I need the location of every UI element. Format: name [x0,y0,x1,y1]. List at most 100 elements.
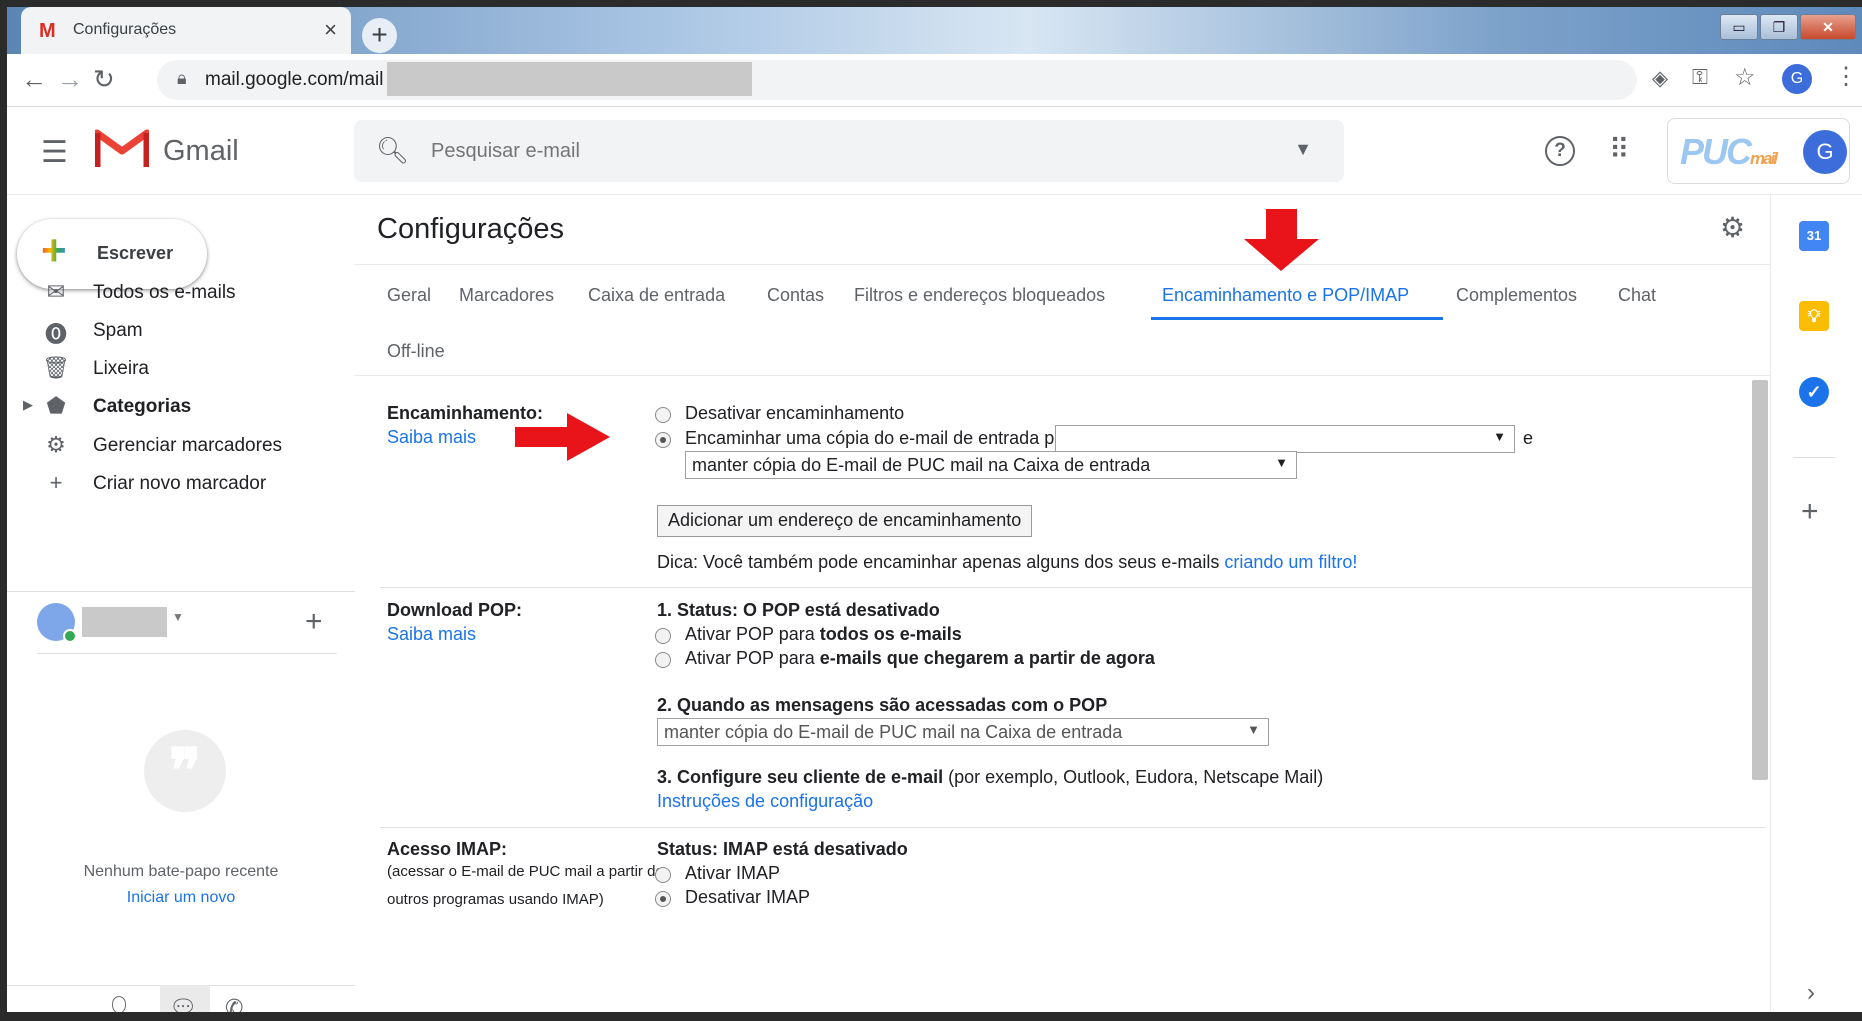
disable-forwarding-label: Desativar encaminhamento [685,403,905,423]
spam-icon: ⓿ [44,322,67,347]
expand-panel-chevron-icon[interactable]: › [1807,979,1815,1007]
gear-icon: ⚙ [46,432,66,457]
calendar-icon[interactable]: 31 [1799,221,1829,251]
forward-keep-copy-select[interactable]: manter cópia do E-mail de PUC mail na Ca… [685,451,1297,479]
minimize-button[interactable]: ▭ [1720,14,1758,40]
disable-imap-radio[interactable] [655,891,671,907]
settings-gear-icon[interactable]: ⚙ [1720,211,1745,244]
forward-to-select[interactable]: ▼ [1055,425,1515,453]
pop-new-mail-label: Ativar POP para e-mails que chegarem a p… [685,648,1155,668]
forward-and-text: e [1523,428,1534,448]
active-tab-indicator [1151,317,1443,320]
close-window-button[interactable]: ✕ [1800,14,1856,40]
add-forwarding-address-button[interactable]: Adicionar um endereço de encaminhamento [657,505,1033,537]
gmail-brand: Gmail [163,135,239,167]
search-input[interactable] [429,134,1229,168]
imap-label: Acesso IMAP: [387,839,508,859]
sidebar-item-label: Criar novo marcador [93,473,267,494]
account-switcher[interactable]: PUCmail G [1667,118,1850,184]
pop-all-mail-label: Ativar POP para todos os e-mails [685,624,962,644]
search-icon[interactable]: 🔍︎ [376,135,409,166]
compose-label: Escrever [97,243,174,263]
create-filter-link[interactable]: criando um filtro! [1224,552,1357,572]
keep-icon[interactable]: 💡︎ [1799,301,1829,331]
dropdown-arrow-icon: ▼ [1493,429,1506,444]
sidebar-item-label: Spam [93,320,143,341]
tasks-icon[interactable]: ✓ [1799,377,1829,407]
pop-new-mail-radio[interactable] [655,652,671,668]
tab-encaminhamento[interactable]: Encaminhamento e POP/IMAP [1162,285,1409,306]
pop-configure-text: 3. Configure seu cliente de e-mail (por … [657,767,1324,787]
restore-button[interactable]: ❐ [1760,14,1798,40]
forward-copy-radio[interactable] [655,432,671,448]
pop-all-mail-radio[interactable] [655,628,671,644]
pop-when-accessed-select[interactable]: manter cópia do E-mail de PUC mail na Ca… [657,718,1269,746]
pop-learn-more-link[interactable]: Saiba mais [387,624,476,645]
address-bar-row: ← → ↻ 🔒︎ mail.google.com/mail ◈ ⚿ ☆ G ⋮ [7,54,1862,107]
forward-copy-label: Encaminhar uma cópia do e-mail de entrad… [685,428,1081,448]
mail-icon: ✉ [46,279,66,304]
pop-when-accessed-label: 2. Quando as mensagens são acessadas com… [657,695,1108,715]
disable-imap-label: Desativar IMAP [685,887,811,907]
url-text: mail.google.com/mail [205,69,384,90]
new-tab-button[interactable]: + [362,18,397,53]
forwarding-learn-more-link[interactable]: Saiba mais [387,427,476,448]
main-menu-icon[interactable]: ☰ [41,135,68,170]
sidebar-item-manage-labels[interactable]: ⚙ Gerenciar marcadores [7,426,355,466]
apps-grid-icon[interactable]: ⠿ [1609,133,1630,166]
hangouts-avatar[interactable] [37,603,77,643]
lock-icon: 🔒︎ [177,68,187,88]
annotation-arrow-down-icon [1244,209,1319,271]
tabs-divider [355,375,1770,376]
settings-scrollbar[interactable] [1752,380,1768,780]
sidebar-item-trash[interactable]: 🗑︎ Lixeira [7,349,355,389]
help-icon[interactable]: ? [1545,136,1575,166]
window-bottom-edge [7,1012,1862,1021]
sidebar-item-spam[interactable]: ⓿ Spam [7,311,355,351]
browser-profile-avatar[interactable]: G [1782,64,1812,94]
status-caret-icon[interactable]: ▼ [172,610,184,624]
star-icon[interactable]: ☆ [1734,63,1756,92]
sidebar-item-create-label[interactable]: + Criar novo marcador [7,464,355,504]
key-icon[interactable]: ⚿ [1692,66,1708,90]
browser-tab[interactable]: M Configurações × [21,7,351,54]
tab-filtros[interactable]: Filtros e endereços bloqueados [854,285,1105,306]
start-new-chat-link[interactable]: Iniciar um novo [7,889,355,907]
new-chat-plus-icon[interactable]: + [305,605,323,639]
tab-off-line[interactable]: Off-line [387,341,445,362]
tab-close-icon[interactable]: × [324,17,337,43]
window-controls: ▭ ❐ ✕ [1720,14,1856,40]
section-divider [380,827,1765,828]
get-addons-plus-icon[interactable]: + [1801,495,1819,529]
pop-label: Download POP: [387,600,522,620]
tab-marcadores[interactable]: Marcadores [459,285,554,306]
gmail-logo-icon[interactable] [95,127,149,169]
search-options-icon[interactable]: ▼ [1294,139,1312,160]
sidebar-item-categories[interactable]: ▶ ⬟ Categorias [7,387,355,427]
sidebar-divider [37,653,337,654]
sidebar-item-all-mail[interactable]: ✉ Todos os e-mails [7,273,355,313]
back-icon[interactable]: ← [21,64,47,95]
disable-forwarding-radio[interactable] [655,407,671,423]
browser-menu-icon[interactable]: ⋮ [1834,62,1858,91]
redacted-name [82,607,167,637]
tab-geral[interactable]: Geral [387,285,431,306]
account-avatar[interactable]: G [1803,130,1847,174]
pop-status: 1. Status: O POP está desativado [657,600,940,620]
tab-complementos[interactable]: Complementos [1456,285,1577,306]
settings-panel: Configurações ⚙ Geral Marcadores Caixa d… [355,195,1770,1021]
tab-caixa-de-entrada[interactable]: Caixa de entrada [588,285,725,306]
page-title: Configurações [377,213,564,245]
tab-contas[interactable]: Contas [767,285,824,306]
reload-icon[interactable]: ↻ [93,64,115,95]
omnibox[interactable]: 🔒︎ mail.google.com/mail [157,60,1637,100]
extension-icon[interactable]: ◈ [1652,66,1668,91]
pop-instructions-link[interactable]: Instruções de configuração [657,791,873,812]
compose-plus-icon: + [41,226,67,275]
dropdown-arrow-icon: ▼ [1275,455,1288,470]
puc-mail-logo: PUCmail [1680,131,1778,172]
forward-icon[interactable]: → [57,64,83,95]
tab-chat[interactable]: Chat [1618,285,1656,306]
expand-caret-icon[interactable]: ▶ [23,397,33,413]
enable-imap-radio[interactable] [655,867,671,883]
